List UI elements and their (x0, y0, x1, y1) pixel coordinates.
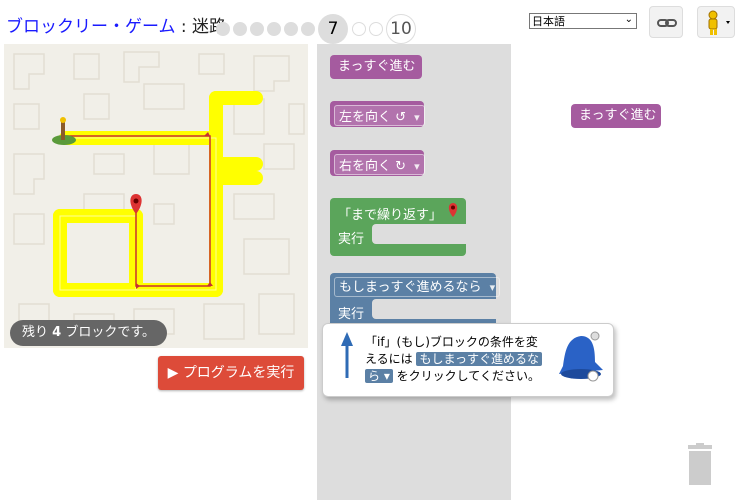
chevron-down-icon: ▾ (414, 160, 420, 173)
maze-canvas: 残り 4 ブロックです。 (4, 44, 308, 348)
link-icon (657, 19, 677, 27)
language-value: 日本語 (532, 15, 565, 28)
level-10[interactable]: 10 (386, 14, 416, 44)
repeat-statement-slot (372, 224, 468, 244)
toolbox-turn-left-block[interactable]: 左を向く ↺ ▾ (330, 101, 425, 127)
language-select[interactable]: 日本語 ⌄ (529, 13, 637, 29)
level-5-dot[interactable] (284, 22, 298, 36)
forward-block-label: まっすぐ進む (338, 59, 416, 74)
hint-chip-end: ら ▾ (365, 369, 393, 383)
level-8-dot[interactable] (352, 22, 366, 36)
if-do-label: 実行 (338, 307, 365, 322)
remaining-prefix: 残り (22, 325, 49, 340)
trash-icon[interactable] (684, 443, 716, 487)
page-title: ブロックリー・ゲーム : 迷路 (6, 12, 226, 37)
hint-line-3: ら ▾ をクリックしてください。 (365, 368, 555, 385)
link-button[interactable] (649, 6, 683, 38)
turn-left-dropdown[interactable]: 左を向く ↺ ▾ (334, 105, 425, 126)
hint-bubble: 「if」(もし)ブロックの条件を変 えるには もしまっすぐ進めるな ら ▾ をク… (322, 323, 614, 397)
if-statement-slot (372, 299, 496, 319)
level-3-dot[interactable] (250, 22, 264, 36)
toolbox-forward-block[interactable]: まっすぐ進む (330, 55, 422, 79)
up-arrow-icon (341, 332, 353, 378)
toolbox-repeat-until-block[interactable]: 「まで繰り返す」 実行 (330, 198, 468, 256)
level-9-dot[interactable] (369, 22, 383, 36)
turn-right-dropdown[interactable]: 右を向く ↻ ▾ (334, 154, 425, 175)
workspace-forward-block[interactable]: まっすぐ進む (571, 104, 661, 128)
chevron-down-icon: ▾ (414, 111, 420, 124)
games-home-link[interactable]: ブロックリー・ゲーム (6, 17, 176, 37)
level-2-dot[interactable] (233, 22, 247, 36)
if-condition-label: もしまっすぐ進めるなら (339, 280, 482, 295)
hint-line-3-suffix: をクリックしてください。 (396, 369, 540, 383)
hint-line-2-prefix: えるには (365, 352, 413, 366)
run-button-label: プログラムを実行 (182, 365, 295, 381)
run-program-button[interactable]: ▶ プログラムを実行 (158, 356, 304, 390)
level-6-dot[interactable] (301, 22, 315, 36)
chevron-down-icon: ▾ (489, 281, 496, 294)
turn-right-label: 右を向く ↻ (339, 159, 407, 174)
title-separator: : (175, 17, 193, 37)
header: ブロックリー・ゲーム : 迷路 7 10 日本語 ⌄ (0, 0, 738, 44)
hint-line-1: 「if」(もし)ブロックの条件を変 (365, 335, 538, 349)
block-toolbox: まっすぐ進む 左を向く ↺ ▾ 右を向く ↻ ▾ 「まで繰り返す」 実行 もしま… (317, 44, 510, 500)
remaining-count: 4 (52, 325, 62, 340)
turn-left-label: 左を向く ↺ (339, 110, 407, 125)
level-4-dot[interactable] (267, 22, 281, 36)
bell-icon (559, 331, 603, 382)
remaining-blocks-badge: 残り 4 ブロックです。 (10, 320, 168, 346)
level-selector: 7 10 (216, 14, 420, 44)
pegman-button[interactable] (697, 6, 735, 38)
current-level[interactable]: 7 (318, 14, 348, 44)
hint-line-2: えるには もしまっすぐ進めるな (365, 351, 555, 368)
toolbox-turn-right-block[interactable]: 右を向く ↻ ▾ (330, 150, 425, 176)
pegman-icon (708, 10, 730, 35)
level-1-dot[interactable] (216, 22, 230, 36)
remaining-suffix: ブロックです。 (65, 325, 156, 340)
hint-chip: もしまっすぐ進めるな (416, 352, 542, 366)
workspace-forward-label: まっすぐ進む (579, 108, 657, 123)
repeat-do-label: 実行 (338, 232, 365, 247)
hint-text: 「if」(もし)ブロックの条件を変 えるには もしまっすぐ進めるな ら ▾ をク… (365, 334, 555, 385)
maze-drawing (13, 51, 305, 340)
workspace[interactable]: まっすぐ進む (510, 44, 738, 500)
if-condition-dropdown[interactable]: もしまっすぐ進めるなら ▾ (334, 277, 501, 297)
chevron-down-icon: ⌄ (624, 14, 633, 25)
play-icon: ▶ (167, 365, 179, 381)
goal-marker-icon (448, 203, 458, 217)
repeat-until-label: 「まで繰り返す」 (338, 208, 443, 223)
